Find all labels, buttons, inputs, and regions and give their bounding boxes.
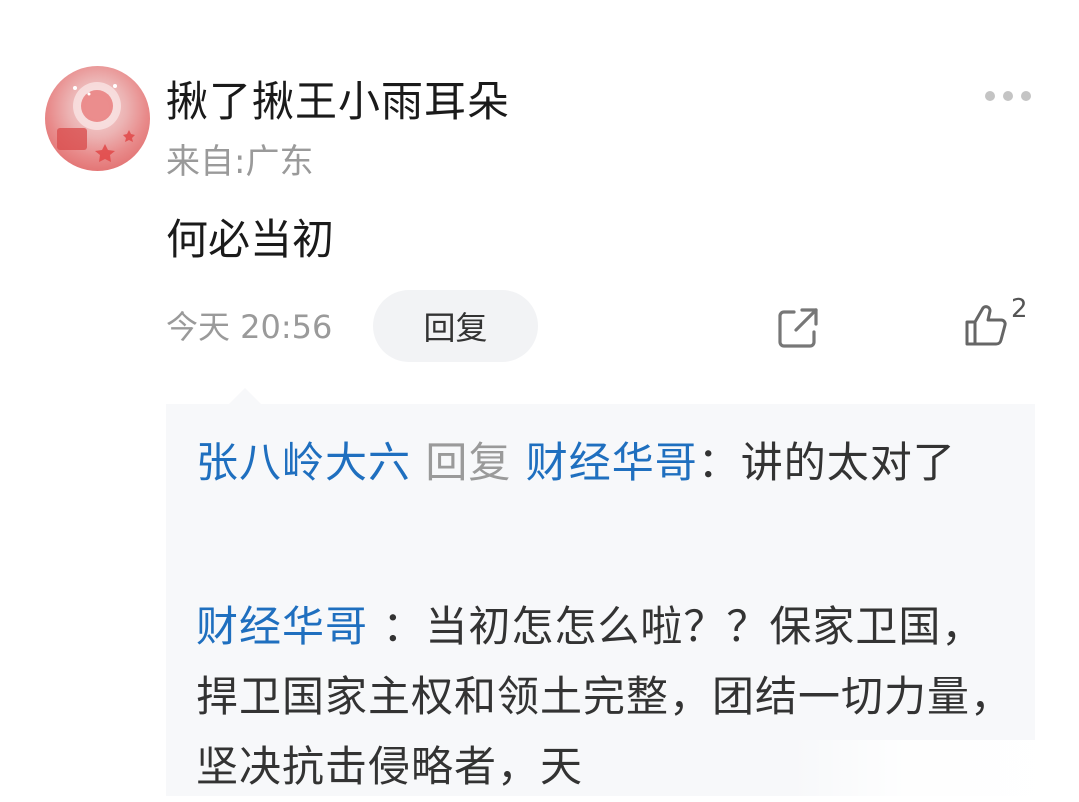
avatar-image (57, 82, 135, 162)
replies-pointer (228, 388, 262, 405)
reply-button[interactable]: 回复 (373, 290, 538, 362)
reply-author[interactable]: 财经华哥 (196, 602, 368, 651)
like-count: 2 (1011, 294, 1028, 324)
comment-username[interactable]: 揪了揪王小雨耳朵 (166, 74, 510, 130)
reply-author[interactable]: 张八岭大六 (196, 438, 411, 487)
more-icon[interactable] (985, 86, 1035, 106)
reply-separator: ： (697, 438, 741, 487)
comment-text: 何必当初 (166, 215, 335, 264)
avatar[interactable] (45, 66, 150, 171)
like-icon[interactable] (962, 302, 1010, 350)
reply-text: 讲的太对了 (740, 438, 956, 487)
reply-item[interactable]: 张八岭大六 回复 财经华哥：讲的太对了 (196, 428, 1016, 498)
reply-target[interactable]: 财经华哥 (526, 438, 698, 487)
watermark-fade (790, 740, 1079, 796)
comment-location: 来自:广东 (166, 142, 314, 182)
comment-timestamp: 今天 20:56 (166, 308, 333, 346)
reply-word: 回复 (425, 438, 512, 487)
share-icon[interactable] (774, 304, 822, 352)
reply-separator: ： (382, 602, 426, 651)
